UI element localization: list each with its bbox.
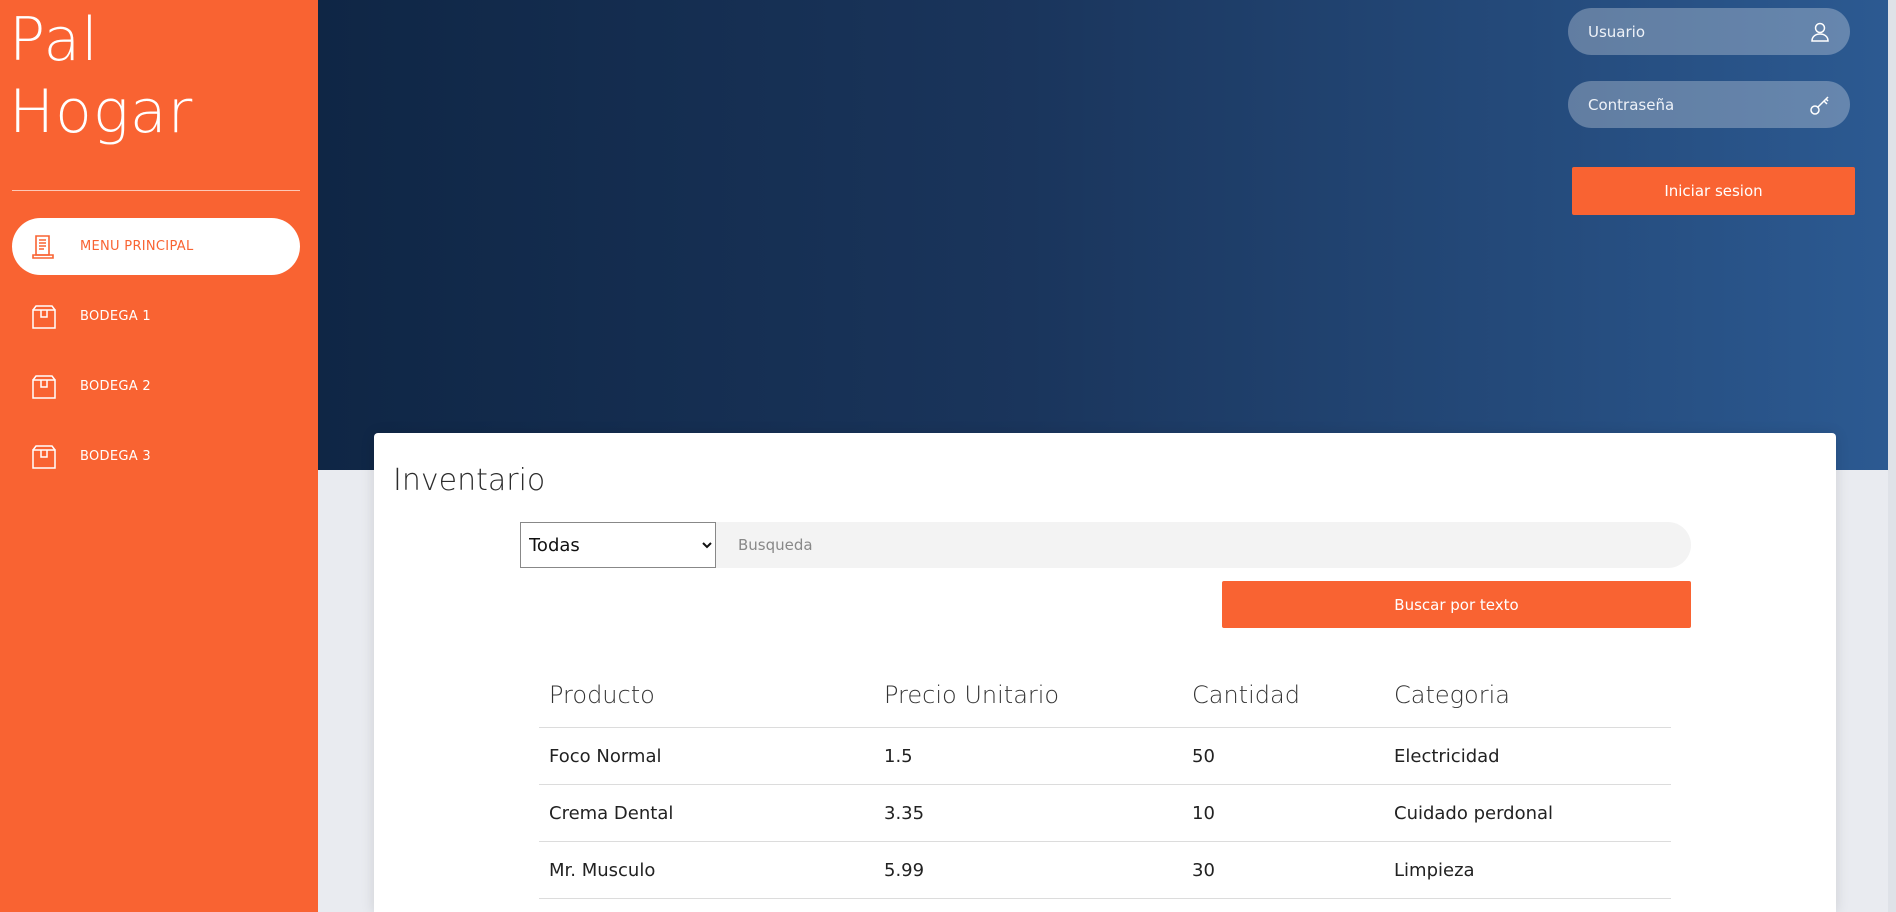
user-icon	[1808, 20, 1832, 44]
search-input[interactable]	[716, 522, 1691, 568]
sidebar-item-bodega-2[interactable]: BODEGA 2	[12, 358, 300, 415]
table-row: Mr. Musculo 5.99 30 Limpieza	[539, 841, 1671, 899]
password-field[interactable]	[1568, 81, 1850, 128]
search-button[interactable]: Buscar por texto	[1222, 581, 1691, 628]
sidebar-item-label: BODEGA 3	[80, 449, 151, 464]
sidebar-item-menu-principal[interactable]: MENU PRINCIPAL	[12, 218, 300, 275]
brand-line-2: Hogar	[9, 77, 194, 147]
key-icon	[1808, 93, 1832, 117]
username-field[interactable]	[1568, 8, 1850, 55]
sidebar-divider	[12, 190, 300, 191]
box-icon	[30, 303, 58, 331]
table-header-row: Producto Precio Unitario Cantidad Catego…	[539, 662, 1671, 728]
sidebar-item-label: BODEGA 1	[80, 309, 151, 324]
brand-line-1: Pal	[9, 5, 99, 75]
cell-cantidad: 30	[1182, 841, 1384, 899]
page-scrollbar[interactable]	[1888, 0, 1896, 912]
inventory-table: Producto Precio Unitario Cantidad Catego…	[539, 662, 1671, 899]
inventory-card: Inventario Todas Buscar por texto Produc…	[374, 433, 1836, 912]
sidebar-item-bodega-3[interactable]: BODEGA 3	[12, 428, 300, 485]
document-icon	[30, 233, 58, 261]
sidebar-item-bodega-1[interactable]: BODEGA 1	[12, 288, 300, 345]
page-title: Inventario	[393, 463, 546, 498]
cell-producto: Crema Dental	[539, 784, 874, 842]
sidebar-item-label: MENU PRINCIPAL	[80, 239, 194, 254]
cell-categoria: Limpieza	[1384, 841, 1671, 899]
column-header-cantidad: Cantidad	[1182, 662, 1384, 728]
login-button[interactable]: Iniciar sesion	[1572, 167, 1855, 215]
sidebar-item-label: BODEGA 2	[80, 379, 151, 394]
cell-cantidad: 50	[1182, 727, 1384, 785]
password-input[interactable]	[1586, 94, 1808, 115]
cell-producto: Mr. Musculo	[539, 841, 874, 899]
username-input[interactable]	[1586, 21, 1808, 42]
cell-precio: 3.35	[874, 784, 1182, 842]
column-header-categoria: Categoria	[1384, 662, 1671, 728]
table-row: Foco Normal 1.5 50 Electricidad	[539, 727, 1671, 785]
category-filter-select[interactable]: Todas	[520, 522, 716, 568]
sidebar-nav: MENU PRINCIPAL BODEGA 1 BODEGA 2 BODEGA …	[12, 218, 300, 498]
table-row: Crema Dental 3.35 10 Cuidado perdonal	[539, 784, 1671, 842]
cell-categoria: Electricidad	[1384, 727, 1671, 785]
cell-cantidad: 10	[1182, 784, 1384, 842]
sidebar: Pal Hogar MENU PRINCIPAL BODEGA 1 BODEGA…	[0, 0, 318, 912]
header-banner	[318, 0, 1896, 470]
column-header-producto: Producto	[539, 662, 874, 728]
box-icon	[30, 443, 58, 471]
brand-logo: Pal Hogar	[9, 4, 193, 148]
cell-precio: 5.99	[874, 841, 1182, 899]
cell-precio: 1.5	[874, 727, 1182, 785]
column-header-precio: Precio Unitario	[874, 662, 1182, 728]
cell-producto: Foco Normal	[539, 727, 874, 785]
cell-categoria: Cuidado perdonal	[1384, 784, 1671, 842]
box-icon	[30, 373, 58, 401]
